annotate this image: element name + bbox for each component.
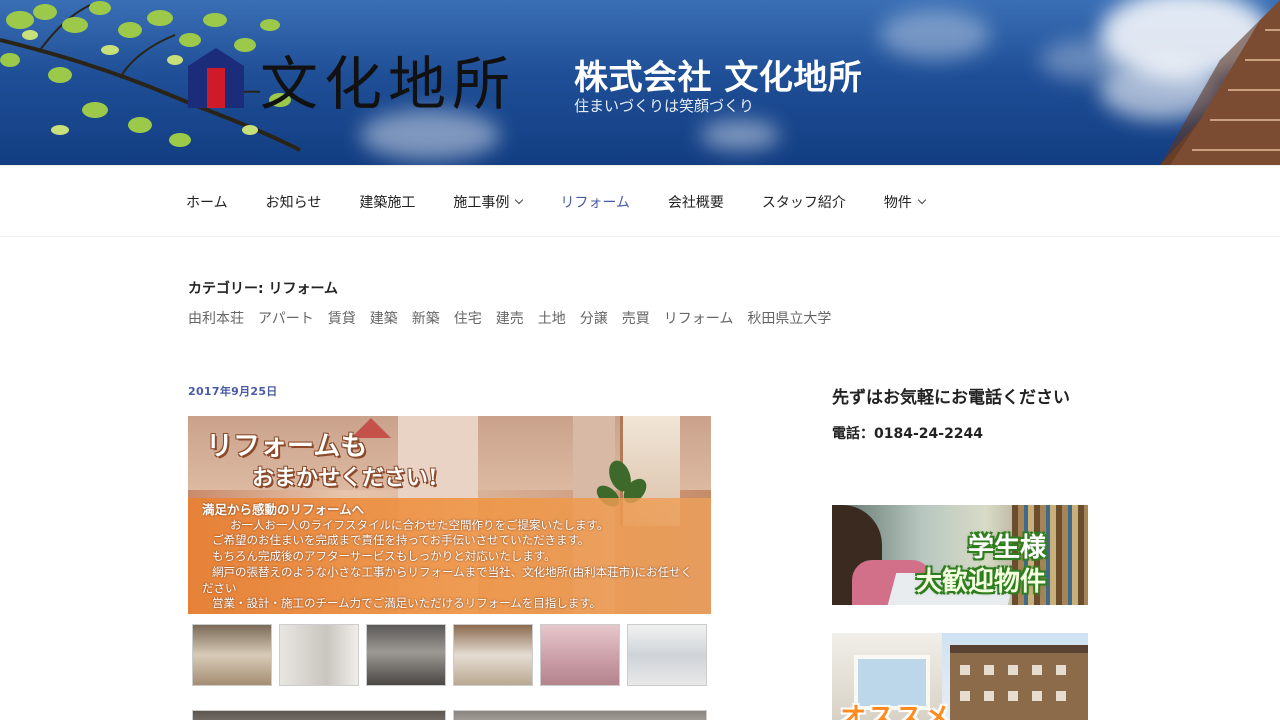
site-description: 住まいづくりは笑顔づくり xyxy=(574,97,755,115)
tag-link[interactable]: 由利本荘 xyxy=(188,308,244,328)
flyer-line: 営業・設計・施工のチーム力でご満足いただけるリフォームを目指します。 xyxy=(212,596,602,611)
flyer-title: リフォームも xyxy=(206,431,368,462)
svg-text:文化地所: 文化地所 xyxy=(260,50,516,110)
apartment-photo xyxy=(950,653,1088,720)
banner-text: オススメ xyxy=(840,703,953,720)
tag-link[interactable]: 建売 xyxy=(496,308,524,328)
photo-thumbnail xyxy=(192,624,272,686)
cloud xyxy=(700,120,780,150)
cloud xyxy=(1040,40,1130,80)
banner-line: 学生様 xyxy=(968,533,1047,563)
nav-label: 会社概要 xyxy=(667,195,724,211)
chevron-down-icon xyxy=(515,195,524,205)
chevron-down-icon xyxy=(917,195,927,205)
flyer-body: 満足から感動のリフォームへ お一人お一人のライフスタイルに合わせた空間作りをご提… xyxy=(202,502,707,612)
nav-item-case-studies[interactable]: 施工事例 xyxy=(434,166,541,238)
nav-menu: ホーム お知らせ 建築施工 施工事例 リフォーム 会社概要 スタッフ紹介 物件 xyxy=(167,166,944,238)
tag-link[interactable]: 新築 xyxy=(412,308,440,328)
nav-item-properties[interactable]: 物件 xyxy=(865,166,944,238)
nav-label: ホーム xyxy=(186,195,228,211)
recommended-property-banner[interactable]: オススメ xyxy=(832,633,1088,720)
banner-text: 学生様 大歓迎物件 xyxy=(916,531,1047,599)
post-date-link[interactable]: 2017年9月25日 xyxy=(188,383,278,399)
building-image xyxy=(1160,0,1280,165)
flyer-banner: リフォームも おまかせください! 満足から感動のリフォームへ お一人お一人のライ… xyxy=(188,416,711,614)
tag-link[interactable]: 分譲 xyxy=(580,308,608,328)
photo-thumbnail xyxy=(453,624,533,686)
site-title[interactable]: 株式会社 文化地所 xyxy=(574,50,862,99)
company-logo[interactable]: 文化地所 xyxy=(188,48,540,110)
widget-title: 先ずはお気軽にお電話ください xyxy=(832,388,1070,408)
main-navigation: ホーム お知らせ 建築施工 施工事例 リフォーム 会社概要 スタッフ紹介 物件 xyxy=(0,165,1280,237)
photo-thumbnail xyxy=(279,624,359,686)
tag-link[interactable]: 建築 xyxy=(370,308,398,328)
nav-item-news[interactable]: お知らせ xyxy=(247,166,341,238)
site-header: 文化地所 株式会社 文化地所 住まいづくりは笑顔づくり xyxy=(0,0,1280,165)
nav-label: リフォーム xyxy=(560,195,630,211)
photo-thumbnail xyxy=(453,710,707,720)
phone-number: 電話：0184-24-2244 xyxy=(832,426,984,442)
nav-label: 施工事例 xyxy=(453,195,510,211)
nav-item-company[interactable]: 会社概要 xyxy=(649,166,743,238)
tag-list: 由利本荘 アパート 賃貸 建築 新築 住宅 建売 土地 分譲 売買 リフォーム … xyxy=(188,308,845,328)
tag-link[interactable]: 土地 xyxy=(538,308,566,328)
reform-flyer-image[interactable]: リフォームも おまかせください! 満足から感動のリフォームへ お一人お一人のライ… xyxy=(188,416,711,720)
flyer-line: お一人お一人のライフスタイルに合わせた空間作りをご提案いたします。 xyxy=(230,517,609,532)
photo-thumbnails xyxy=(188,622,711,688)
tag-link[interactable]: 住宅 xyxy=(454,308,482,328)
banner-line: 大歓迎物件 xyxy=(916,567,1047,597)
nav-label: お知らせ xyxy=(265,195,322,211)
tag-link[interactable]: 賃貸 xyxy=(328,308,356,328)
photo-thumbnail xyxy=(540,624,620,686)
flyer-line: ご希望のお住まいを完成まで責任を持ってお手伝いさせていただきます。 xyxy=(212,533,590,548)
archive-title: カテゴリー: リフォーム xyxy=(188,281,339,297)
cloud xyxy=(880,10,990,60)
flyer-line: もちろん完成後のアフターサービスもしっかりと対応いたします。 xyxy=(212,549,556,564)
student-property-banner[interactable]: 学生様 大歓迎物件 xyxy=(832,505,1088,605)
flyer-line: ださい xyxy=(202,580,237,595)
photo-thumbnail xyxy=(627,624,707,686)
nav-label: 建築施工 xyxy=(359,195,416,211)
photo-thumbnail xyxy=(192,710,446,720)
nav-label: スタッフ紹介 xyxy=(761,195,846,211)
nav-item-home[interactable]: ホーム xyxy=(167,166,247,238)
flyer-line: 網戸の張替えのような小さな工事からリフォームまで当社、文化地所(由利本荘市)にお… xyxy=(212,564,693,579)
tag-link[interactable]: リフォーム xyxy=(664,308,734,328)
tag-link[interactable]: 売買 xyxy=(622,308,650,328)
photo-thumbnail xyxy=(366,624,446,686)
photo-thumbnails-lower xyxy=(188,708,711,720)
nav-item-staff[interactable]: スタッフ紹介 xyxy=(743,166,865,238)
nav-item-construction[interactable]: 建築施工 xyxy=(340,166,434,238)
nav-label: 物件 xyxy=(883,195,912,211)
cloud xyxy=(360,110,500,160)
flyer-subtitle: おまかせください! xyxy=(252,465,438,491)
tag-link[interactable]: アパート xyxy=(258,308,314,328)
flyer-heading: 満足から感動のリフォームへ xyxy=(202,502,365,517)
tag-link[interactable]: 秋田県立大学 xyxy=(747,308,831,328)
nav-item-reform[interactable]: リフォーム xyxy=(541,166,649,238)
